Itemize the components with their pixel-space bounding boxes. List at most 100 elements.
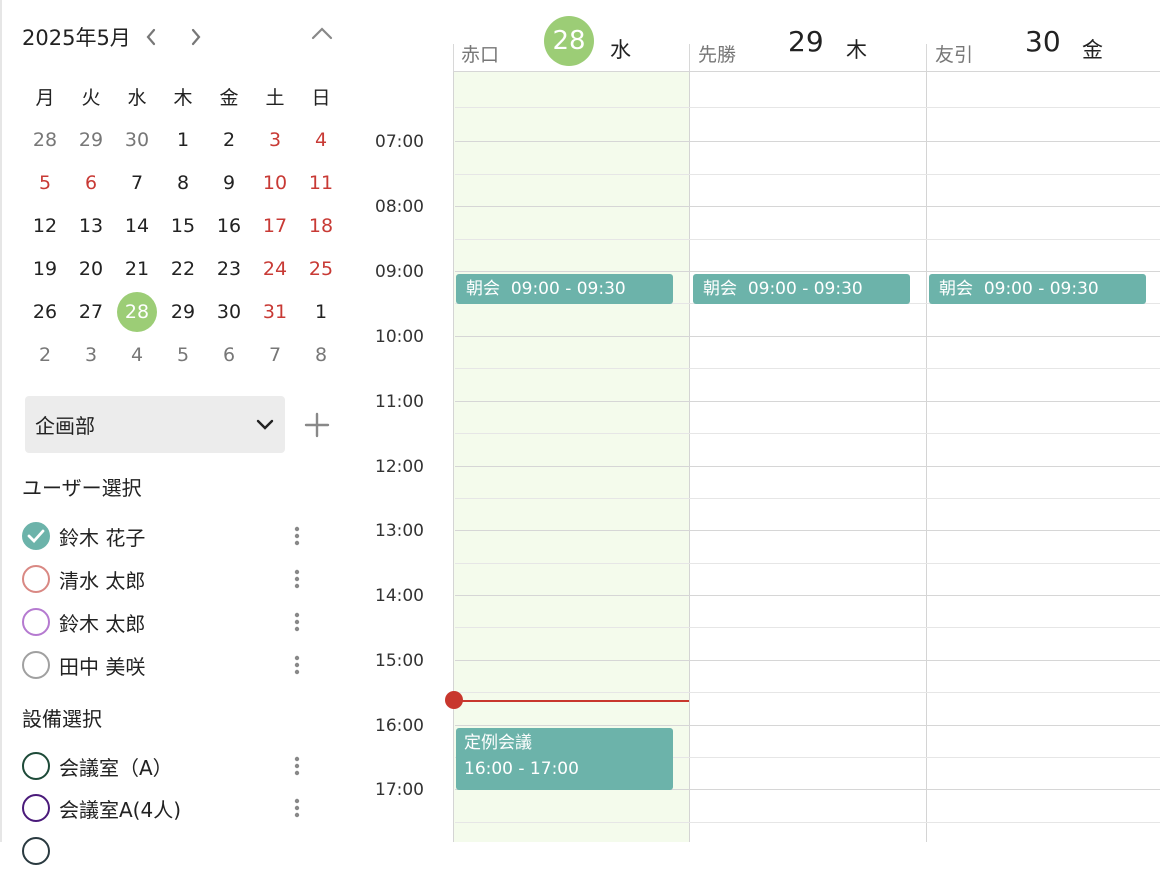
mini-calendar-day[interactable]: 4	[298, 118, 344, 161]
mini-calendar-day[interactable]: 4	[114, 333, 160, 376]
user-name: 清水 太郎	[59, 568, 146, 593]
mini-calendar-day[interactable]: 24	[252, 247, 298, 290]
mini-calendar-day[interactable]: 29	[68, 118, 114, 161]
time-label: 11:00	[375, 392, 424, 412]
collapse-calendar-button[interactable]	[302, 18, 342, 48]
add-button[interactable]	[298, 406, 336, 444]
mini-calendar-day[interactable]: 7	[114, 161, 160, 204]
event-chip[interactable]: 朝会 09:00 - 09:30	[456, 274, 673, 304]
mini-calendar-day[interactable]: 13	[68, 204, 114, 247]
mini-calendar-day[interactable]: 29	[160, 290, 206, 333]
equipment-menu-button[interactable]	[285, 789, 309, 827]
mini-calendar-day[interactable]: 1	[298, 290, 344, 333]
event-chip[interactable]: 朝会 09:00 - 09:30	[929, 274, 1146, 304]
hour-line	[455, 725, 1160, 726]
date-number: 30	[1025, 25, 1061, 58]
user-menu-button[interactable]	[285, 560, 309, 598]
user-item[interactable]: 清水 太郎	[22, 560, 322, 598]
weekday-label: 月	[35, 87, 55, 109]
event-chip[interactable]: 朝会 09:00 - 09:30	[693, 274, 910, 304]
half-hour-line	[455, 239, 1160, 240]
date-number-today: 28	[544, 16, 594, 66]
day-header[interactable]: 先勝 29 木	[690, 0, 926, 72]
equipment-checkbox[interactable]	[22, 837, 50, 865]
mini-calendar-day[interactable]: 27	[68, 290, 114, 333]
day-column-today[interactable]	[453, 72, 690, 842]
mini-calendar-day[interactable]: 15	[160, 204, 206, 247]
event-block[interactable]: 定例会議 16:00 - 17:00	[456, 728, 673, 790]
event-title: 朝会	[939, 279, 973, 299]
user-menu-button[interactable]	[285, 646, 309, 684]
mini-calendar-day[interactable]: 30	[114, 118, 160, 161]
day-column[interactable]	[926, 72, 1160, 842]
user-checkbox[interactable]	[22, 522, 50, 550]
hour-line	[455, 271, 1160, 272]
day-header[interactable]: 友引 30 金	[927, 0, 1160, 72]
weekday-label: 土	[265, 87, 285, 109]
mini-calendar-day[interactable]: 23	[206, 247, 252, 290]
more-vertical-icon	[294, 526, 300, 546]
current-time-dot	[445, 691, 463, 709]
time-label: 14:00	[375, 586, 424, 606]
mini-calendar-day[interactable]: 14	[114, 204, 160, 247]
mini-calendar-day[interactable]: 18	[298, 204, 344, 247]
mini-calendar-day[interactable]: 9	[206, 161, 252, 204]
mini-calendar-today[interactable]: 28	[114, 290, 160, 333]
equipment-item[interactable]: 会議室（A）	[22, 747, 322, 785]
mini-calendar-day[interactable]: 20	[68, 247, 114, 290]
mini-calendar-day[interactable]: 5	[22, 161, 68, 204]
mini-calendar-day[interactable]: 2	[22, 333, 68, 376]
mini-calendar-day[interactable]: 3	[68, 333, 114, 376]
user-checkbox[interactable]	[22, 651, 50, 679]
user-menu-button[interactable]	[285, 517, 309, 555]
equipment-item[interactable]: 会議室A(4人)	[22, 789, 322, 827]
mini-calendar-day[interactable]: 6	[68, 161, 114, 204]
event-title: 朝会	[703, 279, 737, 299]
mini-calendar-day[interactable]: 11	[298, 161, 344, 204]
mini-calendar-day[interactable]: 2	[206, 118, 252, 161]
mini-calendar-day[interactable]: 5	[160, 333, 206, 376]
user-item[interactable]: 田中 美咲	[22, 646, 322, 684]
weekday-label: 火	[81, 87, 101, 109]
mini-calendar-day[interactable]: 16	[206, 204, 252, 247]
prev-month-button[interactable]	[131, 27, 171, 47]
mini-calendar-day[interactable]: 8	[298, 333, 344, 376]
mini-calendar-day[interactable]: 6	[206, 333, 252, 376]
weekday-label: 金	[219, 87, 239, 109]
mini-calendar-grid: 月 火 水 木 金 土 日 28 29 30 1 2 3 4 5 6 7 8 9…	[22, 75, 345, 376]
mini-calendar-day[interactable]: 21	[114, 247, 160, 290]
weekday-label: 水	[610, 38, 631, 62]
user-menu-button[interactable]	[285, 603, 309, 641]
department-select[interactable]: 企画部	[25, 396, 285, 453]
mini-calendar-day[interactable]: 1	[160, 118, 206, 161]
day-header[interactable]: 赤口 28 水	[453, 0, 689, 72]
mini-calendar-day[interactable]: 25	[298, 247, 344, 290]
user-checkbox[interactable]	[22, 565, 50, 593]
mini-calendar-day[interactable]: 10	[252, 161, 298, 204]
time-label: 17:00	[375, 780, 424, 800]
mini-calendar-day[interactable]: 17	[252, 204, 298, 247]
mini-calendar-day[interactable]: 31	[252, 290, 298, 333]
mini-calendar-day[interactable]: 26	[22, 290, 68, 333]
half-hour-line	[455, 433, 1160, 434]
user-item[interactable]: 鈴木 太郎	[22, 603, 322, 641]
equipment-menu-button[interactable]	[285, 747, 309, 785]
mini-calendar-day[interactable]: 19	[22, 247, 68, 290]
mini-calendar-day[interactable]: 22	[160, 247, 206, 290]
mini-calendar-day[interactable]: 7	[252, 333, 298, 376]
day-column[interactable]	[689, 72, 927, 842]
weekday-label: 水	[127, 87, 147, 109]
mini-calendar-day[interactable]: 8	[160, 161, 206, 204]
user-item[interactable]: 鈴木 花子	[22, 517, 322, 555]
equipment-item[interactable]	[22, 832, 322, 870]
next-month-button[interactable]	[171, 27, 221, 47]
chevron-right-icon	[191, 28, 201, 46]
equipment-checkbox[interactable]	[22, 752, 50, 780]
mini-calendar-day[interactable]: 12	[22, 204, 68, 247]
mini-calendar-day[interactable]: 28	[22, 118, 68, 161]
user-checkbox[interactable]	[22, 608, 50, 636]
mini-calendar-day[interactable]: 3	[252, 118, 298, 161]
equipment-checkbox[interactable]	[22, 794, 50, 822]
mini-calendar-day[interactable]: 30	[206, 290, 252, 333]
event-title: 定例会議	[464, 733, 532, 753]
